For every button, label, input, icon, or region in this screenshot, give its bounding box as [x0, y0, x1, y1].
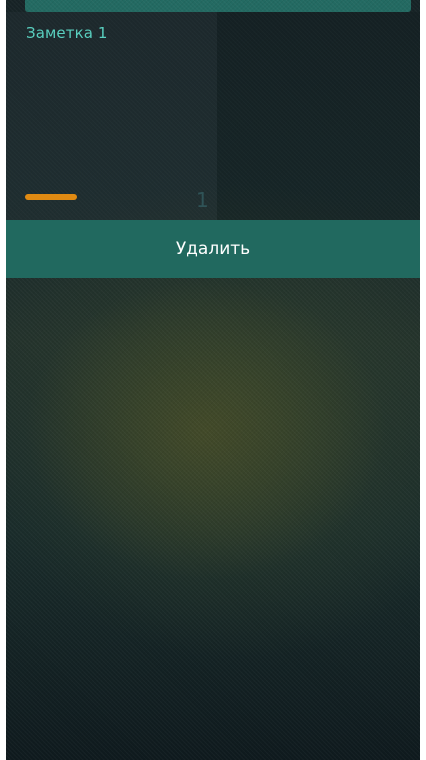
- app-screen: Заметка 1 1 Удалить: [6, 0, 420, 760]
- note-count: 1: [196, 188, 209, 212]
- delete-button[interactable]: Удалить: [6, 220, 420, 278]
- priority-indicator: [25, 194, 77, 200]
- previous-item-strip: [25, 0, 411, 12]
- note-panel-left: [6, 12, 217, 220]
- note-card[interactable]: Заметка 1 1: [6, 12, 420, 220]
- note-title: Заметка 1: [26, 24, 108, 42]
- note-panel-right: [217, 12, 420, 220]
